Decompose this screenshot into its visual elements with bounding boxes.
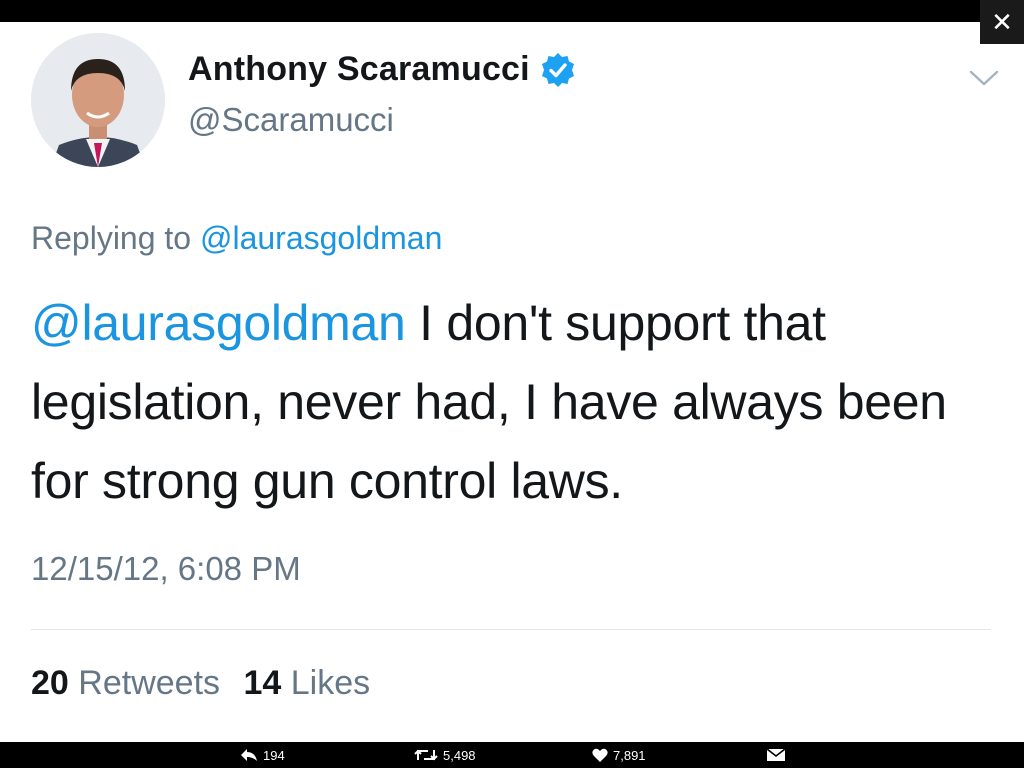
retweets-label: Retweets	[78, 664, 221, 702]
likes-label: Likes	[290, 664, 371, 702]
retweets-stat[interactable]: 20 Retweets	[31, 664, 220, 703]
verified-badge-icon	[540, 52, 576, 88]
tweet-text: @laurasgoldman I don't support that legi…	[31, 284, 991, 521]
retweet-action[interactable]: 5,498	[414, 742, 476, 768]
chevron-down-icon[interactable]	[968, 66, 1000, 90]
tweet-mention-link[interactable]: @laurasgoldman	[31, 295, 406, 351]
replying-to-link[interactable]: @laurasgoldman	[200, 220, 442, 256]
divider	[31, 629, 991, 630]
likes-stat[interactable]: 14 Likes	[243, 664, 370, 703]
tweet-card: Anthony Scaramucci @Scaramucci Replying …	[0, 22, 1024, 742]
close-icon: ✕	[991, 7, 1013, 37]
envelope-icon	[766, 748, 786, 761]
replying-prefix: Replying to	[31, 220, 192, 256]
replying-to-line: Replying to @laurasgoldman	[31, 220, 442, 257]
tweet-timestamp[interactable]: 12/15/12, 6:08 PM	[31, 550, 301, 588]
avatar-photo	[31, 33, 165, 167]
heart-icon	[592, 748, 608, 762]
avatar[interactable]	[31, 33, 165, 167]
author-row: Anthony Scaramucci	[188, 50, 576, 89]
like-action[interactable]: 7,891	[592, 742, 646, 768]
retweet-count: 5,498	[443, 747, 476, 763]
close-button[interactable]: ✕	[980, 0, 1024, 44]
like-count: 7,891	[613, 747, 646, 763]
retweet-icon	[414, 749, 438, 761]
likes-count: 14	[243, 664, 282, 702]
reply-icon	[241, 749, 257, 761]
author-handle[interactable]: @Scaramucci	[188, 101, 394, 139]
retweets-count: 20	[31, 664, 69, 702]
reply-action[interactable]: 194	[240, 742, 285, 768]
direct-message-action[interactable]	[766, 742, 786, 768]
action-bar: 194 5,498 7,891	[0, 742, 1024, 768]
reply-count: 194	[263, 747, 285, 763]
engagement-stats: 20 Retweets 14 Likes	[31, 664, 384, 703]
top-bar	[0, 0, 1024, 22]
author-name[interactable]: Anthony Scaramucci	[188, 50, 530, 89]
